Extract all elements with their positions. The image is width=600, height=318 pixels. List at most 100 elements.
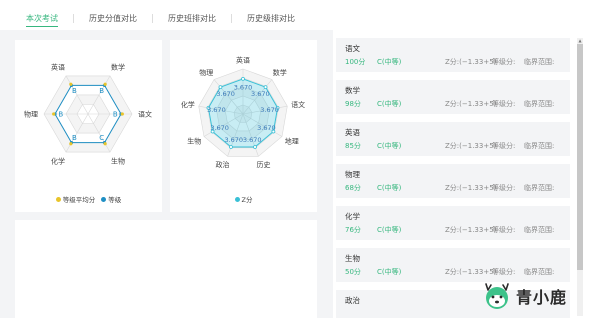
- z-score-radar-panel: 3.670 3.670 3.670 3.670 3.670 3.670 3.670 3.670…: [170, 40, 317, 212]
- z-series-point: [229, 145, 233, 149]
- grade-data-label: C: [99, 134, 104, 142]
- brand-name: 青小鹿: [516, 288, 568, 307]
- score-detail-row: 50分 C(中等) Z分:(−1.33+5) 等级分: 临界范围:: [345, 267, 567, 277]
- radar-subject-label: 化学: [51, 156, 65, 165]
- tab-history-grade-rank[interactable]: 历史级排对比: [247, 13, 295, 27]
- z-score-radar-chart: 3.6703.6703.6703.6703.6703.6703.6703.670…: [181, 56, 305, 170]
- z-series-point: [218, 85, 223, 90]
- z-radar-legend: Z分: [170, 194, 317, 204]
- score-subject: 英语: [345, 128, 360, 137]
- z-series-point: [253, 145, 257, 149]
- score-range: 临界范围:: [524, 184, 555, 192]
- score-grade: C(中等): [377, 142, 402, 150]
- legend-item-avg[interactable]: 等级平均分: [55, 194, 96, 204]
- score-card: 物理 68分 C(中等) Z分:(−1.33+5) 等级分: 临界范围:: [336, 164, 570, 198]
- radar-subject-label: 物理: [24, 110, 38, 119]
- score-list: 语文 100分 C(中等) Z分:(−1.33+5) 等级分: 临界范围: 数学 98分 C(中…: [333, 30, 600, 318]
- score-z: Z分:(−1.33+5): [445, 100, 497, 108]
- score-value: 98分: [345, 100, 361, 108]
- radar-subject-label: 化学: [181, 100, 195, 109]
- z-data-label: 3.670: [257, 124, 276, 132]
- z-data-label: 3.670: [251, 90, 270, 98]
- score-detail-row: 100分 C(中等) Z分:(−1.33+5) 等级分: 临界范围:: [345, 57, 567, 67]
- avg-series-point: [69, 82, 73, 86]
- radar-subject-label: 数学: [111, 63, 125, 72]
- tab-current-exam[interactable]: 本次考试: [26, 13, 58, 27]
- score-level: 等级分:: [492, 268, 516, 276]
- tab-bar: 本次考试 历史分值对比 历史班排对比 历史级排对比: [0, 0, 600, 30]
- z-data-label: 3.670: [234, 84, 253, 92]
- radar-subject-label: 地理: [285, 137, 299, 146]
- radar-subject-label: 历史: [256, 160, 270, 169]
- score-card: 数学 98分 C(中等) Z分:(−1.33+5) 等级分: 临界范围:: [336, 80, 570, 114]
- score-value: 50分: [345, 268, 361, 276]
- grade-radar-panel: B B C B B B 数学 语文 生物 化学 物理 英语 等级平均分 等级: [15, 40, 162, 212]
- radar-subject-label: 英语: [51, 63, 65, 72]
- score-grade: C(中等): [377, 268, 402, 276]
- score-card: 化学 76分 C(中等) Z分:(−1.33+5) 等级分: 临界范围:: [336, 206, 570, 240]
- score-z: Z分:(−1.33+5): [445, 58, 497, 66]
- empty-chart-panel: [15, 220, 317, 318]
- score-detail-row: 85分 C(中等) Z分:(−1.33+5) 等级分: 临界范围:: [345, 141, 567, 151]
- scrollbar-thumb[interactable]: [577, 44, 583, 270]
- legend-avg-dot: [55, 196, 61, 202]
- score-detail-row: 76分 C(中等) Z分:(−1.33+5) 等级分: 临界范围:: [345, 225, 567, 235]
- legend-item-z[interactable]: Z分: [234, 194, 253, 204]
- score-subject: 物理: [345, 170, 360, 179]
- score-value: 85分: [345, 142, 361, 150]
- z-data-label: 3.670: [243, 136, 262, 144]
- avg-series-point: [120, 112, 124, 116]
- deer-logo-icon: [485, 283, 509, 309]
- score-subject: 语文: [345, 44, 360, 53]
- z-data-label: 3.670: [216, 90, 235, 98]
- avg-series-point: [52, 112, 56, 116]
- scrollbar[interactable]: ▲: [577, 38, 583, 316]
- radar-subject-label: 生物: [111, 156, 125, 165]
- z-data-label: 3.670: [207, 106, 226, 114]
- score-value: 68分: [345, 184, 361, 192]
- tab-history-score[interactable]: 历史分值对比: [89, 13, 137, 27]
- score-grade: C(中等): [377, 100, 402, 108]
- legend-grade-label: 等级: [108, 196, 122, 204]
- score-level: 等级分:: [492, 100, 516, 108]
- score-z: Z分:(−1.33+5): [445, 184, 497, 192]
- score-z: Z分:(−1.33+5): [445, 268, 497, 276]
- legend-avg-label: 等级平均分: [62, 196, 96, 204]
- score-value: 76分: [345, 226, 361, 234]
- score-z: Z分:(−1.33+5): [445, 226, 497, 234]
- grade-data-label: B: [72, 87, 77, 95]
- brand-watermark: 青小鹿: [482, 280, 594, 312]
- z-series-point: [241, 77, 245, 81]
- legend-item-grade[interactable]: 等级: [101, 194, 121, 204]
- score-range: 临界范围:: [524, 100, 555, 108]
- tab-history-class-rank[interactable]: 历史班排对比: [168, 13, 216, 27]
- legend-grade-dot: [101, 196, 107, 202]
- score-subject: 政治: [345, 296, 360, 305]
- score-value: 100分: [345, 58, 366, 66]
- legend-z-label: Z分: [241, 196, 253, 204]
- score-range: 临界范围:: [524, 58, 555, 66]
- score-card: 语文 100分 C(中等) Z分:(−1.33+5) 等级分: 临界范围:: [336, 38, 570, 72]
- scroll-up-icon[interactable]: ▲: [577, 38, 583, 43]
- radar-subject-label: 物理: [199, 68, 213, 77]
- radar-subject-label: 生物: [187, 137, 201, 146]
- z-data-label: 3.670: [210, 124, 229, 132]
- score-subject: 生物: [345, 254, 360, 263]
- avg-series-point: [103, 82, 107, 86]
- radar-subject-label: 语文: [138, 110, 152, 119]
- score-level: 等级分:: [492, 184, 516, 192]
- score-subject: 数学: [345, 86, 360, 95]
- score-grade: C(中等): [377, 184, 402, 192]
- grade-data-label: B: [113, 111, 118, 119]
- radar-subject-label: 英语: [236, 56, 250, 65]
- score-detail-row: 68分 C(中等) Z分:(−1.33+5) 等级分: 临界范围:: [345, 183, 567, 193]
- score-subject: 化学: [345, 212, 360, 221]
- radar-subject-label: 数学: [273, 68, 287, 77]
- grade-radar-chart: B B C B B B 数学语文生物 化学 物理 英语: [24, 63, 152, 166]
- z-data-label: 3.670: [224, 136, 243, 144]
- avg-series-point: [69, 142, 73, 146]
- score-range: 临界范围:: [524, 142, 555, 150]
- score-range: 临界范围:: [524, 268, 555, 276]
- grade-data-label: B: [72, 134, 77, 142]
- tab-divider: [73, 14, 74, 23]
